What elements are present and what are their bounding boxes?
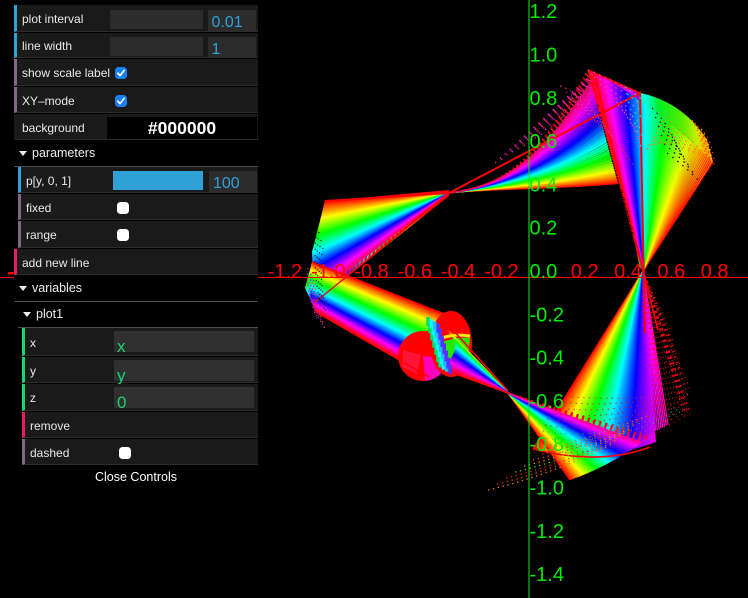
svg-text:-0.2: -0.2: [484, 261, 518, 283]
svg-text:0.6: 0.6: [657, 261, 685, 283]
svg-text:0.4: 0.4: [614, 261, 642, 283]
svg-text:-0.8: -0.8: [530, 434, 564, 456]
svg-text:-0.8: -0.8: [354, 261, 388, 283]
svg-text:1.2: 1.2: [530, 1, 558, 23]
svg-text:0.6: 0.6: [530, 131, 558, 153]
svg-text:-0.4: -0.4: [441, 261, 475, 283]
svg-text:-1.0: -1.0: [311, 261, 345, 283]
svg-text:-0.2: -0.2: [530, 304, 564, 326]
svg-text:0.8: 0.8: [701, 261, 729, 283]
svg-text:-1.2: -1.2: [530, 521, 564, 543]
svg-text:-0.6: -0.6: [530, 391, 564, 413]
svg-text:1.0: 1.0: [530, 45, 558, 67]
svg-text:0.2: 0.2: [571, 261, 599, 283]
svg-text:-0.4: -0.4: [530, 348, 564, 370]
svg-text:-1.4: -1.4: [530, 564, 564, 586]
svg-text:0.0: 0.0: [530, 261, 558, 283]
svg-text:0.8: 0.8: [530, 88, 558, 110]
svg-text:-1.0: -1.0: [530, 478, 564, 500]
svg-text:-1.2: -1.2: [268, 261, 302, 283]
svg-text:0.2: 0.2: [530, 218, 558, 240]
svg-text:-0.6: -0.6: [398, 261, 432, 283]
svg-text:0.4: 0.4: [530, 174, 558, 196]
